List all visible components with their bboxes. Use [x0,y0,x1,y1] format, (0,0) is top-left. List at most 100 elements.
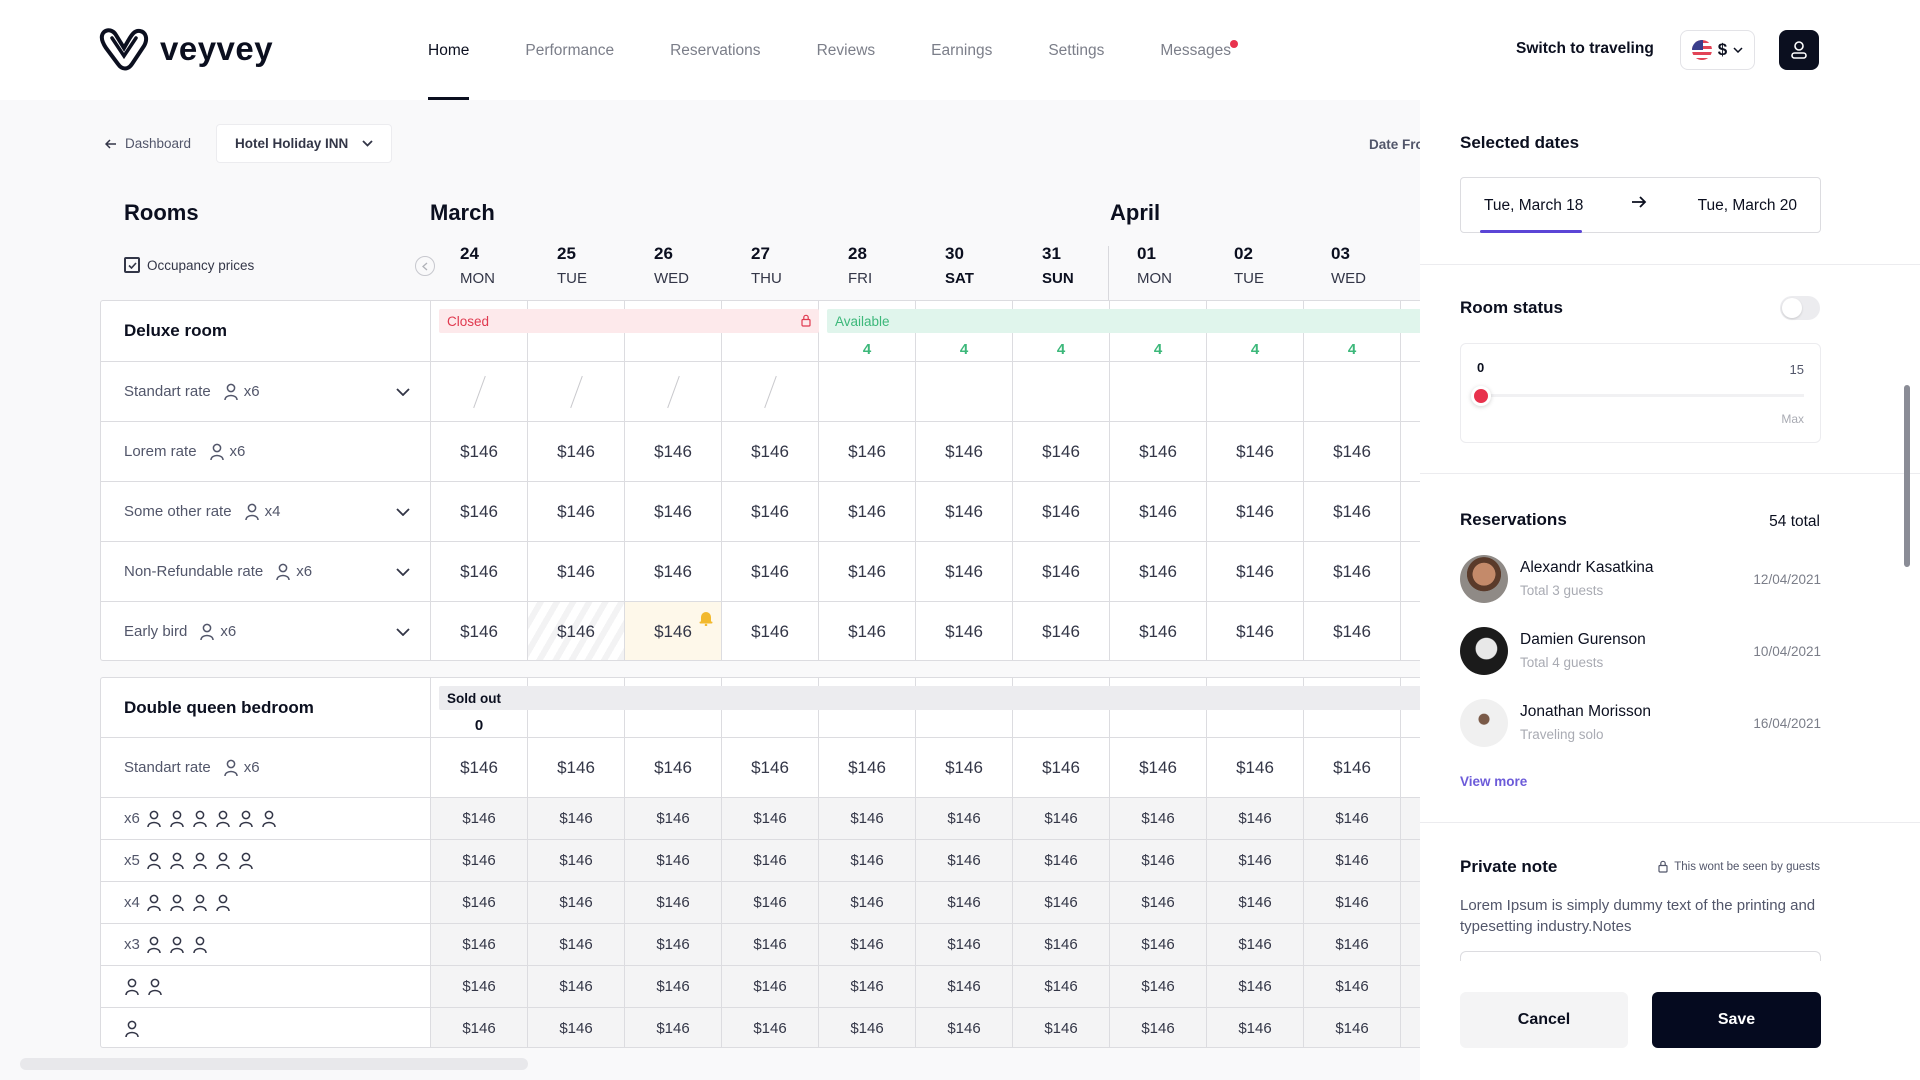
price-cell[interactable]: $146 [1207,798,1304,839]
price-cell[interactable] [1401,840,1420,881]
price-cell[interactable]: $146 [528,966,625,1007]
price-cell[interactable]: $146 [625,422,722,481]
price-cell[interactable]: $146 [625,798,722,839]
price-cell[interactable]: $146 [722,924,819,965]
price-cell[interactable]: $146 [431,798,528,839]
price-cell[interactable]: $146 [916,924,1013,965]
price-cell[interactable]: $146 [1013,840,1110,881]
price-cell[interactable]: $146 [722,482,819,541]
price-cell[interactable]: $146 [1110,1008,1207,1047]
date-start[interactable]: Tue, March 18 [1484,197,1583,215]
horizontal-scrollbar[interactable] [20,1058,528,1070]
vertical-scrollbar[interactable] [1904,385,1910,567]
price-cell[interactable]: $146 [1207,1008,1304,1047]
status-badge-available[interactable]: Available [827,309,1420,333]
price-cell[interactable]: $146 [819,1008,916,1047]
price-cell[interactable]: $146 [819,924,916,965]
price-cell[interactable]: $146 [1110,798,1207,839]
price-cell[interactable]: $146 [1110,924,1207,965]
date-end[interactable]: Tue, March 20 [1698,197,1797,215]
price-cell[interactable]: $146 [1304,966,1401,1007]
price-cell[interactable]: $146 [1207,966,1304,1007]
price-cell[interactable] [1401,602,1420,660]
price-cell[interactable] [1013,362,1110,421]
day-header[interactable]: 02 TUE [1234,244,1331,287]
slider-track[interactable] [1485,394,1804,397]
nav-reviews[interactable]: Reviews [817,0,876,100]
day-header[interactable]: 25 TUE [557,244,654,287]
price-cell[interactable]: $146 [1013,422,1110,481]
price-cell[interactable]: $146 [528,542,625,601]
status-badge-closed[interactable]: Closed [439,309,819,333]
price-cell[interactable]: $146 [1304,602,1401,660]
price-cell[interactable]: $146 [625,602,722,660]
price-cell[interactable] [1401,1008,1420,1047]
price-cell[interactable]: $146 [1304,798,1401,839]
price-cell[interactable]: $146 [722,798,819,839]
price-cell[interactable]: $146 [916,882,1013,923]
nav-reservations[interactable]: Reservations [670,0,760,100]
price-cell[interactable]: $146 [1207,422,1304,481]
price-cell[interactable]: $146 [722,738,819,797]
price-cell[interactable]: $146 [819,602,916,660]
price-cell[interactable]: $146 [625,924,722,965]
price-cell[interactable]: $146 [1207,738,1304,797]
price-cell[interactable]: $146 [625,542,722,601]
occupancy-prices-toggle[interactable]: Occupancy prices [124,257,254,273]
price-cell[interactable]: $146 [528,798,625,839]
price-cell-closed[interactable] [431,362,528,421]
price-cell[interactable]: $146 [916,602,1013,660]
price-cell[interactable]: $146 [1207,882,1304,923]
price-cell[interactable]: $146 [819,482,916,541]
price-cell[interactable]: $146 [819,882,916,923]
currency-selector[interactable]: $ [1680,30,1755,70]
view-more-link[interactable]: View more [1460,774,1527,789]
price-cell[interactable]: $146 [722,602,819,660]
price-cell[interactable]: $146 [1110,966,1207,1007]
price-cell[interactable]: $146 [1110,482,1207,541]
price-cell[interactable]: $146 [431,482,528,541]
price-cell[interactable] [1401,362,1420,421]
price-cell[interactable] [1110,362,1207,421]
status-badge-sold-out[interactable]: Sold out [439,686,1420,710]
price-cell[interactable]: $146 [722,422,819,481]
price-cell[interactable]: $146 [916,840,1013,881]
price-cell[interactable]: $146 [431,924,528,965]
price-cell[interactable] [1401,422,1420,481]
day-header[interactable]: 24 MON [460,244,557,287]
price-cell[interactable] [916,362,1013,421]
price-cell[interactable]: $146 [819,542,916,601]
price-cell[interactable]: $146 [1013,798,1110,839]
price-cell[interactable]: $146 [431,542,528,601]
price-cell[interactable]: $146 [431,602,528,660]
price-cell[interactable]: $146 [1013,602,1110,660]
price-cell[interactable] [1401,482,1420,541]
price-cell[interactable] [1401,738,1420,797]
day-header[interactable]: 31 SUN [1042,244,1139,287]
price-cell[interactable]: $146 [431,882,528,923]
nav-messages[interactable]: Messages [1160,0,1238,100]
room-status-toggle[interactable] [1780,296,1820,320]
day-header[interactable]: 30 SAT [945,244,1042,287]
price-cell[interactable]: $146 [1207,542,1304,601]
price-cell[interactable] [1401,924,1420,965]
profile-button[interactable] [1779,30,1819,70]
price-cell[interactable]: $146 [1110,422,1207,481]
price-cell[interactable] [1401,542,1420,601]
price-cell[interactable]: $146 [1304,542,1401,601]
back-to-dashboard-link[interactable]: Dashboard [105,136,191,151]
price-cell[interactable]: $146 [916,738,1013,797]
price-cell[interactable]: $146 [1304,482,1401,541]
nav-earnings[interactable]: Earnings [931,0,992,100]
price-cell[interactable]: $146 [819,422,916,481]
day-header[interactable]: 26 WED [654,244,751,287]
price-cell[interactable]: $146 [431,422,528,481]
chevron-down-icon[interactable] [396,627,410,636]
price-cell[interactable]: $146 [528,602,625,660]
price-cell[interactable]: $146 [431,1008,528,1047]
nav-home[interactable]: Home [428,0,470,100]
price-cell[interactable]: $146 [916,542,1013,601]
slider-thumb[interactable] [1471,386,1491,406]
price-cell[interactable]: $146 [528,422,625,481]
price-cell[interactable]: $146 [722,840,819,881]
